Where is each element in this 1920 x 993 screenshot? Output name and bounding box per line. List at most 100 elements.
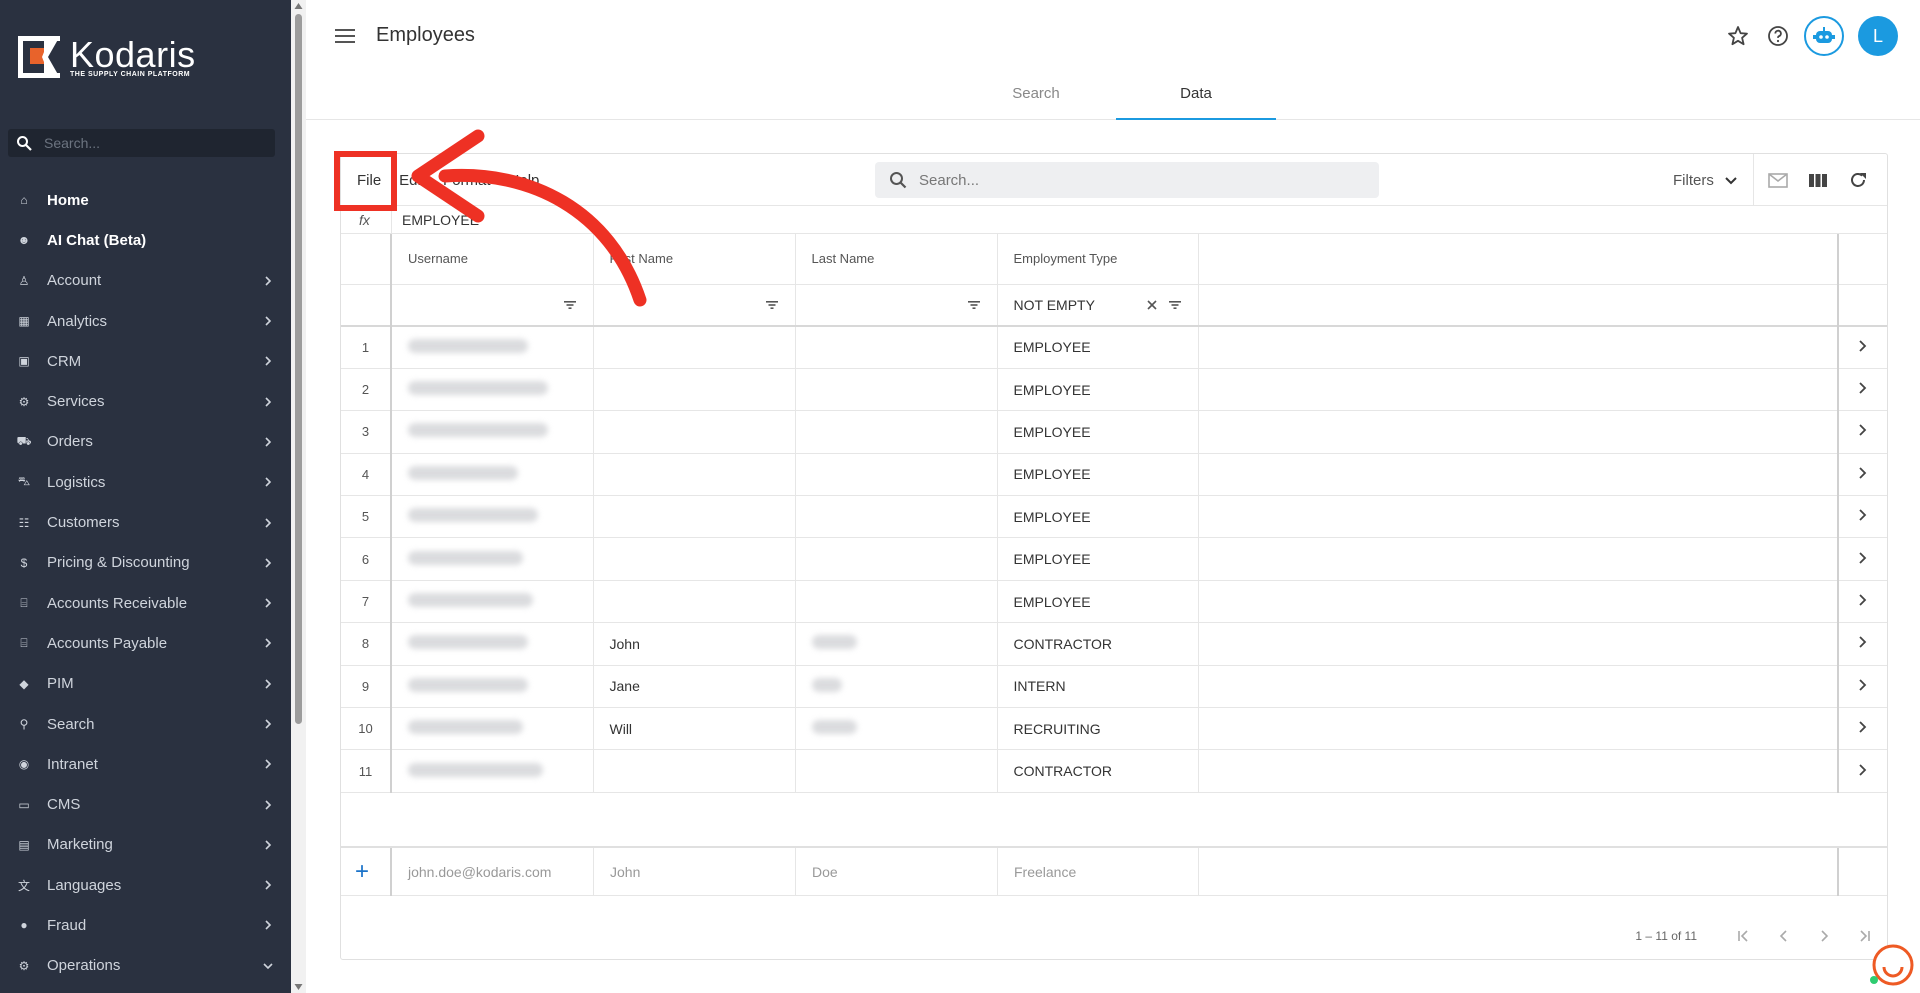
new-first-name-field[interactable]: John (594, 848, 796, 896)
cell-employment-type[interactable]: INTERN (997, 665, 1199, 709)
clear-filter-icon[interactable] (1146, 299, 1158, 311)
cell-first-name[interactable] (593, 410, 796, 454)
scrollbar-thumb[interactable] (295, 14, 302, 724)
sidebar-item-accounts-receivable[interactable]: ⌸ Accounts Receivable (0, 583, 291, 623)
first-page-icon[interactable] (1737, 929, 1751, 943)
cell-first-name[interactable] (593, 495, 796, 539)
sidebar-search-input[interactable] (44, 135, 244, 151)
scroll-down-arrow-icon[interactable] (294, 983, 303, 991)
cell-username[interactable] (391, 410, 594, 454)
table-row[interactable]: 2 EMPLOYEE (341, 368, 1887, 412)
sidebar-item-pim[interactable]: ◆ PIM (0, 664, 291, 704)
tab-data[interactable]: Data (1116, 78, 1276, 120)
cell-first-name[interactable] (593, 537, 796, 581)
sidebar-item-marketing[interactable]: ▤ Marketing (0, 825, 291, 865)
chevron-right-icon[interactable] (1858, 678, 1868, 692)
column-header-last-name[interactable]: Last Name (795, 234, 998, 285)
cell-first-name[interactable] (593, 580, 796, 624)
table-row[interactable]: 1 EMPLOYEE (341, 326, 1887, 369)
sidebar-item-logistics[interactable]: ⛍ Logistics (0, 462, 291, 502)
chevron-right-icon[interactable] (1858, 551, 1868, 565)
refresh-icon[interactable] (1847, 170, 1869, 190)
row-open-cell[interactable] (1838, 580, 1887, 624)
cell-employment-type[interactable]: EMPLOYEE (997, 368, 1199, 412)
sidebar-item-analytics[interactable]: ▦ Analytics (0, 301, 291, 341)
row-open-cell[interactable] (1838, 707, 1887, 751)
columns-icon[interactable] (1807, 170, 1829, 190)
filter-cell-employment-type[interactable]: NOT EMPTY (997, 284, 1199, 327)
row-open-cell[interactable] (1838, 495, 1887, 539)
cell-last-name[interactable] (795, 749, 998, 793)
sidebar-item-accounts-payable[interactable]: ⌸ Accounts Payable (0, 623, 291, 663)
sidebar-item-search[interactable]: ⚲ Search (0, 704, 291, 744)
new-last-name-field[interactable]: Doe (796, 848, 998, 896)
cell-first-name[interactable]: Will (593, 707, 796, 751)
cell-last-name[interactable] (795, 368, 998, 412)
cell-last-name[interactable] (795, 326, 998, 369)
table-row[interactable]: 8 John CONTRACTOR (341, 622, 1887, 666)
cell-last-name[interactable] (795, 580, 998, 624)
new-username-field[interactable]: john.doe@kodaris.com (392, 848, 594, 896)
add-row-plus-icon[interactable]: + (355, 860, 369, 884)
cell-username[interactable] (391, 707, 594, 751)
cell-employment-type[interactable]: EMPLOYEE (997, 580, 1199, 624)
next-page-icon[interactable] (1817, 929, 1831, 943)
sidebar-item-languages[interactable]: 文 Languages (0, 865, 291, 905)
table-row[interactable]: 6 EMPLOYEE (341, 537, 1887, 581)
cell-username[interactable] (391, 368, 594, 412)
cell-first-name[interactable] (593, 749, 796, 793)
cell-username[interactable] (391, 749, 594, 793)
row-open-cell[interactable] (1838, 749, 1887, 793)
chevron-right-icon[interactable] (1858, 466, 1868, 480)
user-avatar[interactable]: L (1858, 16, 1898, 56)
row-open-cell[interactable] (1838, 368, 1887, 412)
cell-employment-type[interactable]: CONTRACTOR (997, 749, 1199, 793)
sidebar-item-pricing-discounting[interactable]: $ Pricing & Discounting (0, 543, 291, 583)
cell-employment-type[interactable]: EMPLOYEE (997, 410, 1199, 454)
table-row[interactable]: 9 Jane INTERN (341, 665, 1887, 709)
chevron-right-icon[interactable] (1858, 339, 1868, 353)
table-row[interactable]: 10 Will RECRUITING (341, 707, 1887, 751)
cell-last-name[interactable] (795, 665, 998, 709)
cell-last-name[interactable] (795, 453, 998, 497)
sidebar-item-ai-chat-beta[interactable]: ☻ AI Chat (Beta) (0, 220, 291, 260)
chat-support-icon[interactable] (1868, 942, 1914, 988)
chevron-right-icon[interactable] (1858, 381, 1868, 395)
row-open-cell[interactable] (1838, 665, 1887, 709)
sidebar-item-cms[interactable]: ▭ CMS (0, 784, 291, 824)
cell-username[interactable] (391, 580, 594, 624)
sidebar-item-intranet[interactable]: ◉ Intranet (0, 744, 291, 784)
sidebar-item-account[interactable]: ♙ Account (0, 261, 291, 301)
cell-employment-type[interactable]: EMPLOYEE (997, 453, 1199, 497)
ai-assistant-button[interactable] (1804, 16, 1844, 56)
row-open-cell[interactable] (1838, 453, 1887, 497)
last-page-icon[interactable] (1857, 929, 1871, 943)
cell-employment-type[interactable]: EMPLOYEE (997, 495, 1199, 539)
table-row[interactable]: 4 EMPLOYEE (341, 453, 1887, 497)
chevron-right-icon[interactable] (1858, 508, 1868, 522)
cell-first-name[interactable] (593, 326, 796, 369)
sidebar-item-services[interactable]: ⚙ Services (0, 381, 291, 421)
cell-last-name[interactable] (795, 537, 998, 581)
cell-first-name[interactable] (593, 368, 796, 412)
grid-search-input[interactable] (919, 171, 1339, 189)
cell-last-name[interactable] (795, 410, 998, 454)
filters-dropdown[interactable]: Filters (1673, 172, 1738, 189)
tab-search[interactable]: Search (956, 78, 1116, 120)
chevron-right-icon[interactable] (1858, 423, 1868, 437)
sidebar-item-orders[interactable]: ⛟ Orders (0, 422, 291, 462)
chevron-right-icon[interactable] (1858, 635, 1868, 649)
row-open-cell[interactable] (1838, 410, 1887, 454)
sidebar-scrollbar[interactable] (291, 0, 306, 993)
sidebar-item-operations[interactable]: ⚙ Operations (0, 946, 291, 986)
cell-username[interactable] (391, 453, 594, 497)
filter-icon[interactable] (765, 300, 779, 310)
sidebar-item-crm[interactable]: ▣ CRM (0, 341, 291, 381)
column-header-employment-type[interactable]: Employment Type (997, 234, 1199, 285)
filter-icon[interactable] (1168, 300, 1182, 310)
sidebar-item-fraud[interactable]: ● Fraud (0, 905, 291, 945)
new-employment-type-field[interactable]: Freelance (998, 848, 1199, 896)
star-icon[interactable] (1726, 24, 1750, 48)
cell-username[interactable] (391, 665, 594, 709)
cell-employment-type[interactable]: EMPLOYEE (997, 537, 1199, 581)
